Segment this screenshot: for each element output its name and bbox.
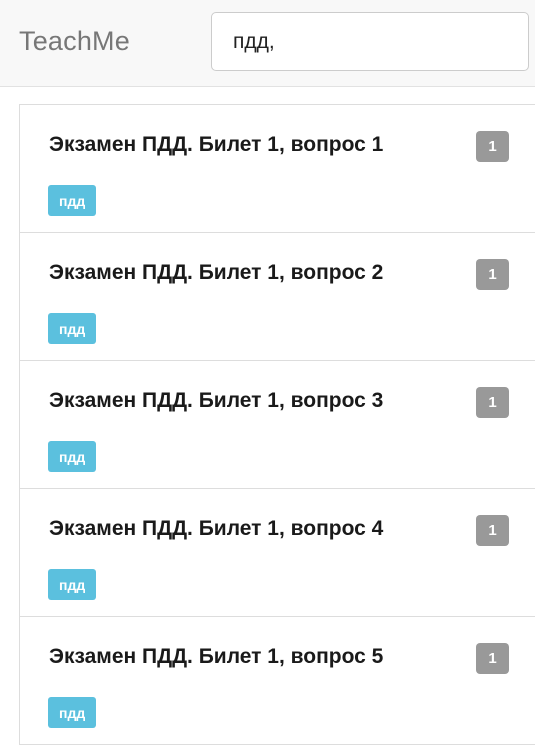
search-input[interactable] (211, 12, 529, 71)
question-title[interactable]: Экзамен ПДД. Билет 1, вопрос 3 (49, 389, 383, 413)
answer-count-badge: 1 (476, 131, 509, 162)
tag-label[interactable]: пдд (48, 441, 97, 472)
question-list: Экзамен ПДД. Билет 1, вопрос 1 1 пдд Экз… (19, 104, 535, 745)
question-item[interactable]: Экзамен ПДД. Билет 1, вопрос 4 1 пдд (20, 489, 535, 617)
answer-count-badge: 1 (476, 643, 509, 674)
answer-count-badge: 1 (476, 515, 509, 546)
tag-label[interactable]: пдд (48, 185, 97, 216)
tag-label[interactable]: пдд (48, 697, 97, 728)
question-title[interactable]: Экзамен ПДД. Билет 1, вопрос 4 (49, 517, 383, 541)
question-title[interactable]: Экзамен ПДД. Билет 1, вопрос 2 (49, 261, 383, 285)
tag-label[interactable]: пдд (48, 313, 97, 344)
question-item[interactable]: Экзамен ПДД. Билет 1, вопрос 3 1 пдд (20, 361, 535, 489)
question-item[interactable]: Экзамен ПДД. Билет 1, вопрос 2 1 пдд (20, 233, 535, 361)
tag-label[interactable]: пдд (48, 569, 97, 600)
question-item[interactable]: Экзамен ПДД. Билет 1, вопрос 5 1 пдд (20, 617, 535, 745)
navbar: TeachMe (0, 0, 535, 87)
question-title[interactable]: Экзамен ПДД. Билет 1, вопрос 1 (49, 133, 383, 157)
answer-count-badge: 1 (476, 387, 509, 418)
brand-logo[interactable]: TeachMe (19, 26, 130, 57)
question-title[interactable]: Экзамен ПДД. Билет 1, вопрос 5 (49, 645, 383, 669)
question-item[interactable]: Экзамен ПДД. Билет 1, вопрос 1 1 пдд (20, 105, 535, 233)
answer-count-badge: 1 (476, 259, 509, 290)
